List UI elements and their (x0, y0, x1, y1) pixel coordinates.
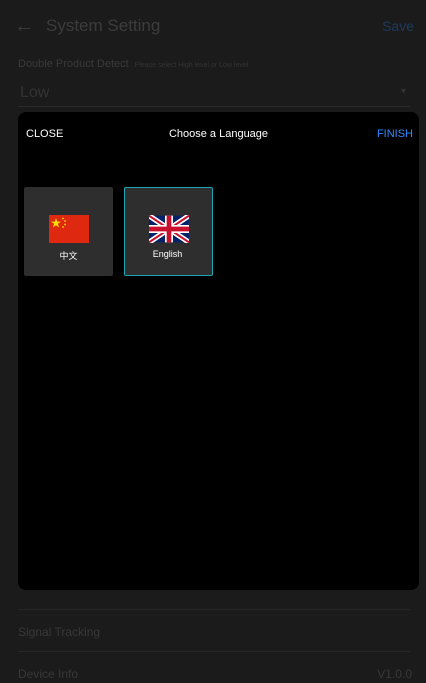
detect-label: Double Product Detect (18, 58, 129, 70)
page-title: System Setting (46, 16, 161, 35)
version-text: V1.0.0 (377, 667, 412, 681)
language-label: English (152, 249, 183, 259)
divider (18, 609, 410, 610)
language-option-english[interactable]: English (124, 187, 213, 276)
finish-button[interactable]: FINISH (377, 128, 413, 140)
dialog-title: Choose a Language (168, 128, 269, 140)
chevron-down-icon: ▾ (400, 86, 406, 97)
back-arrow-icon[interactable]: ← (14, 16, 36, 36)
detect-hint: Please select High level or Low level (134, 62, 249, 69)
device-info-item[interactable]: Device Info (18, 667, 78, 681)
language-option-chinese[interactable]: 中文 (24, 187, 113, 276)
language-dialog: CLOSE Choose a Language FINISH 中文 Englis… (18, 112, 419, 590)
detect-level-select[interactable]: Low ▾ (18, 80, 410, 107)
language-label: 中文 (59, 251, 78, 261)
uk-flag-icon (149, 215, 189, 243)
detect-label-row: Double Product Detect Please select High … (18, 58, 248, 70)
settings-header: ← System Setting Save (0, 0, 426, 52)
save-button[interactable]: Save (382, 18, 414, 34)
detect-level-value: Low (20, 84, 50, 101)
divider (18, 651, 410, 652)
china-flag-icon (49, 215, 89, 243)
signal-tracking-item[interactable]: Signal Tracking (18, 625, 100, 639)
